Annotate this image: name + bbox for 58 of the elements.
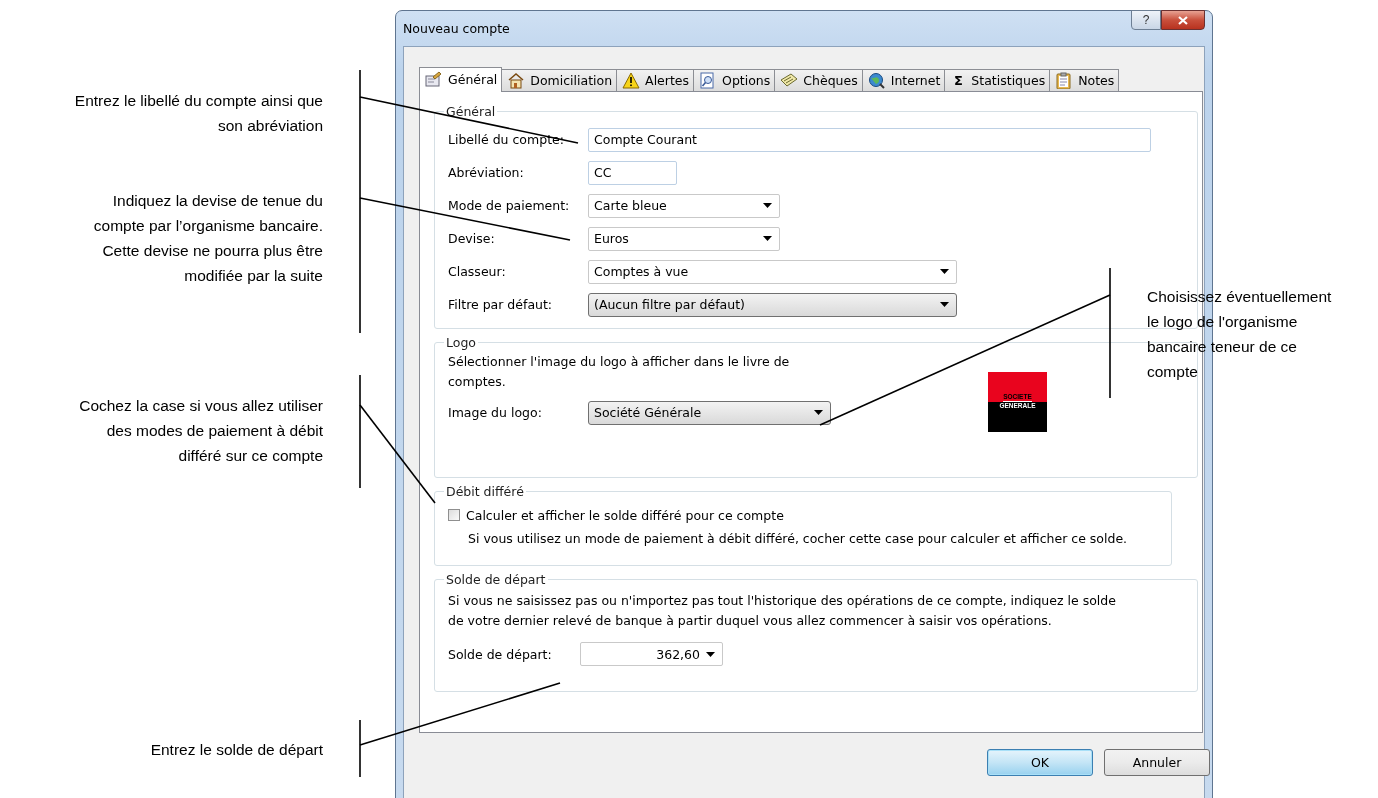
window-title: Nouveau compte bbox=[403, 21, 510, 36]
checkbox[interactable] bbox=[448, 509, 460, 521]
field-label: Mode de paiement: bbox=[448, 198, 571, 213]
annotation-text: Entrez le libellé du compte ainsi que son abréviation bbox=[74, 91, 323, 136]
group-title: Général bbox=[445, 104, 497, 119]
text-field[interactable]: CC bbox=[588, 160, 677, 185]
text-field[interactable]: Compte Courant bbox=[588, 127, 1151, 152]
dropdown[interactable]: Comptes à vue bbox=[588, 259, 957, 284]
field-label: Solde de départ: bbox=[448, 646, 553, 662]
group-title: Solde de départ bbox=[445, 572, 547, 587]
annotation-text: Cochez la case si vous allez utiliser des modes de paiement à débit différé sur ce compte bbox=[79, 396, 323, 466]
field-label: Abréviation: bbox=[448, 165, 525, 180]
field-label: Libellé du compte: bbox=[448, 132, 565, 147]
amount-field[interactable]: 362,60 bbox=[580, 642, 723, 666]
description-text: Si vous ne saisissez pas ou n'importez pas tout l'historique des opérations de ce compte, indiquez le solde de votre dernier relevé de banque à partir duquel vous allez commencer à saisir vos opérations. bbox=[448, 592, 1117, 630]
caret-icon bbox=[763, 203, 772, 208]
dropdown[interactable]: Société Générale bbox=[588, 400, 831, 425]
group-title: Débit différé bbox=[445, 484, 525, 499]
field-label: Classeur: bbox=[448, 264, 507, 279]
annotation-text: Indiquez la devise de tenue du compte par l’organisme bancaire. Cette devise ne pourra plus être modifiée par la suite bbox=[93, 191, 323, 286]
caret-icon bbox=[814, 410, 823, 415]
ok-button[interactable]: OK bbox=[987, 749, 1093, 776]
dropdown[interactable]: Carte bleue bbox=[588, 193, 780, 218]
close-icon bbox=[1178, 15, 1188, 25]
checkbox-label: Calculer et afficher le solde différé pour ce compte bbox=[466, 507, 784, 523]
globe-icon bbox=[867, 72, 886, 89]
dropdown[interactable]: (Aucun filtre par défaut) bbox=[588, 292, 957, 317]
clipboard-icon bbox=[1055, 72, 1074, 89]
description-text: Sélectionner l'image du logo à afficher dans le livre de comptes. bbox=[448, 353, 791, 391]
close-button[interactable] bbox=[1161, 10, 1205, 30]
tab[interactable]: Domiciliation bbox=[501, 69, 618, 91]
tab[interactable]: Général bbox=[419, 67, 503, 92]
caret-icon bbox=[763, 236, 772, 241]
tab[interactable]: Chèques bbox=[774, 69, 863, 91]
house-icon bbox=[507, 72, 526, 89]
field-label: Devise: bbox=[448, 231, 496, 246]
group-title: Logo bbox=[445, 335, 477, 350]
warning-icon bbox=[622, 72, 641, 89]
tab[interactable]: Options bbox=[693, 69, 776, 91]
bracket-line bbox=[359, 719, 361, 778]
tab[interactable]: Σ Statistiques bbox=[944, 69, 1051, 91]
field-label: Image du logo: bbox=[448, 405, 543, 420]
sigma-icon: Σ bbox=[950, 73, 967, 88]
caret-icon bbox=[940, 269, 949, 274]
caret-icon bbox=[940, 302, 949, 307]
dropdown[interactable]: Euros bbox=[588, 226, 780, 251]
tab[interactable]: Internet bbox=[861, 69, 946, 91]
tab[interactable]: Notes bbox=[1049, 69, 1120, 91]
hint-text: Si vous utilisez un mode de paiement à débit différé, cocher cette case pour calculer et afficher ce solde. bbox=[468, 530, 1129, 548]
field-label: Filtre par défaut: bbox=[448, 297, 554, 312]
caret-icon bbox=[706, 651, 715, 657]
cheque-icon bbox=[780, 72, 799, 89]
cancel-button[interactable]: Annuler bbox=[1104, 749, 1210, 776]
help-button[interactable]: ? bbox=[1131, 10, 1161, 30]
checkbox-row[interactable]: Calculer et afficher le solde différé pour ce compte bbox=[448, 503, 1161, 527]
card-icon bbox=[425, 71, 443, 88]
annotation-text: Entrez le solde de départ bbox=[150, 740, 323, 760]
tab[interactable]: Alertes bbox=[616, 69, 695, 91]
